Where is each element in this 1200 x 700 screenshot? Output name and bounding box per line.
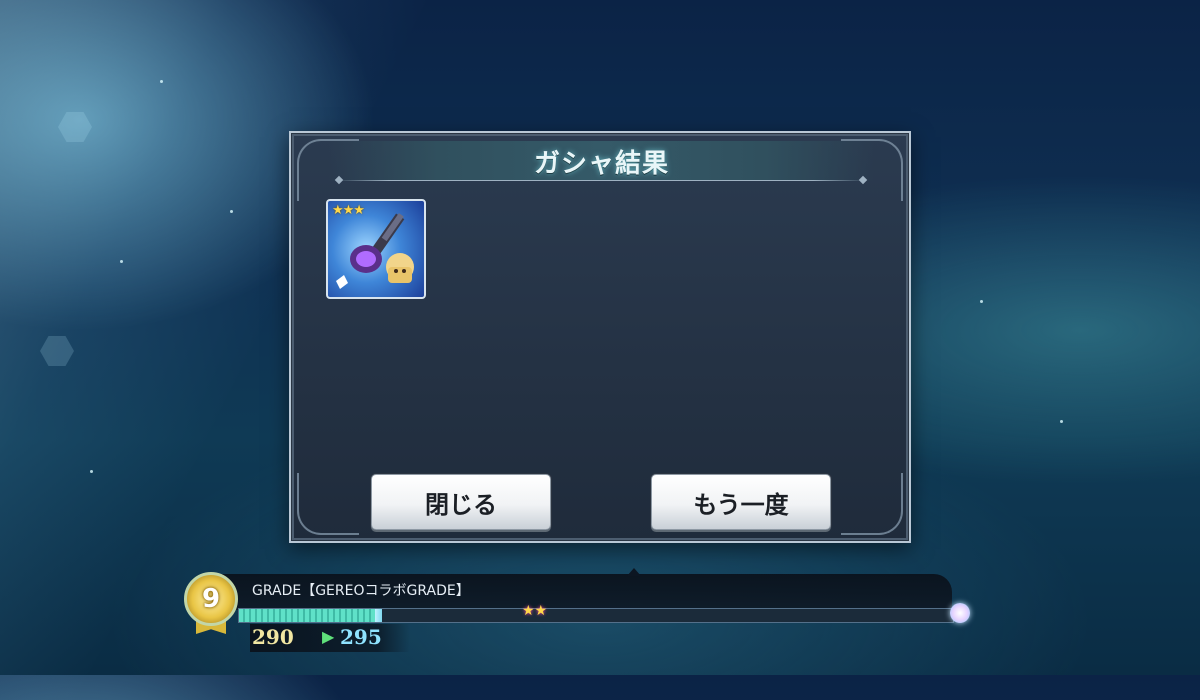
progress-fill bbox=[239, 609, 375, 622]
gacha-result-dialog: ガシャ結果 ★★★ 閉じる もう一度 bbox=[289, 131, 911, 543]
grade-label: GRADE【GEREOコラボGRADE】 bbox=[252, 583, 470, 599]
sparkle bbox=[90, 470, 93, 473]
dialog-title-band: ガシャ結果 bbox=[329, 141, 874, 181]
ornament-corner bbox=[841, 473, 903, 535]
title-divider bbox=[336, 180, 866, 181]
sparkle bbox=[230, 210, 233, 213]
ornament-corner bbox=[297, 473, 359, 535]
milestone-star-icon: ★★ bbox=[522, 603, 548, 619]
grade-bar: GRADE【GEREOコラボGRADE】 ★★ 9 290 ▶ 295 bbox=[182, 566, 982, 656]
hex-particle bbox=[40, 336, 74, 366]
arrow-right-icon: ▶ bbox=[322, 627, 335, 646]
grade-emblem-icon: 9 bbox=[184, 572, 238, 626]
close-button[interactable]: 閉じる bbox=[371, 474, 551, 530]
progress-gain bbox=[374, 609, 382, 622]
sparkle bbox=[980, 300, 983, 303]
draw-again-button[interactable]: もう一度 bbox=[651, 474, 831, 530]
hex-particle bbox=[58, 112, 92, 142]
dialog-title: ガシャ結果 bbox=[533, 148, 669, 179]
pointer-notch bbox=[627, 568, 641, 576]
sparkle bbox=[120, 260, 123, 263]
grade-score-before: 290 bbox=[252, 625, 294, 649]
sparkle bbox=[1060, 420, 1063, 423]
grade-score-after: 295 bbox=[340, 625, 382, 649]
goal-orb-icon bbox=[950, 603, 970, 623]
result-item-card[interactable]: ★★★ bbox=[326, 199, 426, 299]
grade-progress-bar: ★★ bbox=[238, 603, 954, 623]
sparkle bbox=[160, 80, 163, 83]
rarity-stars: ★★★ bbox=[332, 203, 365, 218]
